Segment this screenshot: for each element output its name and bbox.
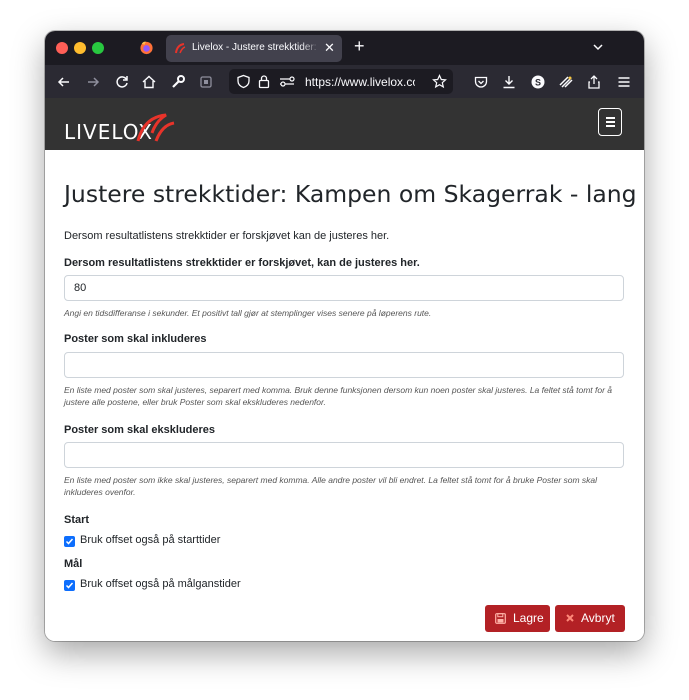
exclude-controls-input[interactable] — [64, 442, 624, 468]
maximize-window-button[interactable] — [92, 42, 104, 54]
tab-close-icon[interactable]: ✕ — [324, 40, 335, 56]
checkmark-icon — [65, 582, 74, 589]
finish-heading: Mål — [64, 558, 83, 570]
customize-wrench-icon[interactable] — [170, 74, 186, 90]
home-icon[interactable] — [141, 74, 157, 90]
browser-window: Livelox - Justere strekktider: Kampen om… — [45, 31, 644, 641]
tab-strip: Livelox - Justere strekktider: Kampen om… — [45, 31, 644, 65]
offset-label: Dersom resultatlistens strekktider er fo… — [64, 257, 420, 269]
start-offset-checkbox[interactable] — [64, 536, 75, 547]
downloads-icon[interactable] — [501, 74, 517, 90]
bookmark-star-icon[interactable] — [432, 74, 447, 89]
close-icon — [566, 614, 574, 622]
main-content: Justere strekktider: Kampen om Skagerrak… — [45, 150, 644, 641]
address-bar[interactable]: https://www.livelox.com/ — [229, 69, 453, 94]
floppy-disk-icon — [495, 613, 506, 624]
minimize-window-button[interactable] — [74, 42, 86, 54]
offset-help-text: Angi en tidsdifferanse i sekunder. Et po… — [64, 308, 432, 318]
pocket-icon[interactable] — [473, 74, 489, 90]
cancel-button-label: Avbryt — [581, 611, 615, 625]
reload-icon[interactable] — [114, 74, 130, 90]
start-offset-checkbox-label[interactable]: Bruk offset også på starttider — [80, 534, 220, 546]
include-help-text: En liste med poster som skal justeres, s… — [64, 385, 613, 407]
exclude-help-text: En liste med poster som ikke skal juster… — [64, 475, 598, 497]
permissions-icon[interactable] — [279, 75, 295, 88]
finish-offset-checkbox-label[interactable]: Bruk offset også på målganstider — [80, 578, 241, 590]
new-tab-icon[interactable]: + — [354, 36, 365, 56]
extension-stripes-icon[interactable] — [558, 74, 574, 90]
tracking-protection-shield-icon[interactable] — [236, 74, 251, 89]
close-window-button[interactable] — [56, 42, 68, 54]
tab-livelox[interactable]: Livelox - Justere strekktider: Kampen om… — [166, 35, 342, 62]
finish-offset-checkbox[interactable] — [64, 580, 75, 591]
share-icon[interactable] — [586, 74, 602, 90]
firefox-view-icon[interactable] — [139, 40, 154, 55]
livelox-favicon-icon — [175, 43, 186, 54]
lock-icon[interactable] — [257, 74, 271, 89]
svg-text:S: S — [535, 78, 541, 88]
logo-swoosh-icon — [136, 113, 175, 142]
page-title: Justere strekktider: Kampen om Skagerrak… — [64, 180, 637, 208]
screenshot-icon[interactable] — [198, 74, 214, 90]
offset-input[interactable] — [64, 275, 624, 301]
exclude-controls-label: Poster som skal ekskluderes — [64, 424, 216, 436]
site-header: LIVELOX — [45, 98, 644, 150]
list-all-tabs-icon[interactable] — [591, 40, 605, 54]
nav-menu-toggle-button[interactable] — [598, 108, 622, 136]
forward-icon[interactable] — [85, 74, 101, 90]
app-menu-icon[interactable] — [616, 74, 632, 90]
intro-text: Dersom resultatlistens strekktider er fo… — [64, 230, 390, 242]
include-controls-label: Poster som skal inkluderes — [64, 333, 207, 345]
include-controls-input[interactable] — [64, 352, 624, 378]
cancel-button[interactable]: Avbryt — [555, 605, 625, 632]
save-button[interactable]: Lagre — [485, 605, 550, 632]
checkmark-icon — [65, 538, 74, 545]
back-icon[interactable] — [56, 74, 72, 90]
navigation-toolbar: https://www.livelox.com/ S — [45, 65, 644, 98]
tab-title: Livelox - Justere strekktider: Kampen om… — [192, 42, 320, 53]
extension-s-icon[interactable]: S — [530, 74, 546, 90]
start-heading: Start — [64, 514, 90, 526]
save-button-label: Lagre — [513, 611, 544, 625]
url-text[interactable]: https://www.livelox.com/ — [305, 75, 415, 89]
